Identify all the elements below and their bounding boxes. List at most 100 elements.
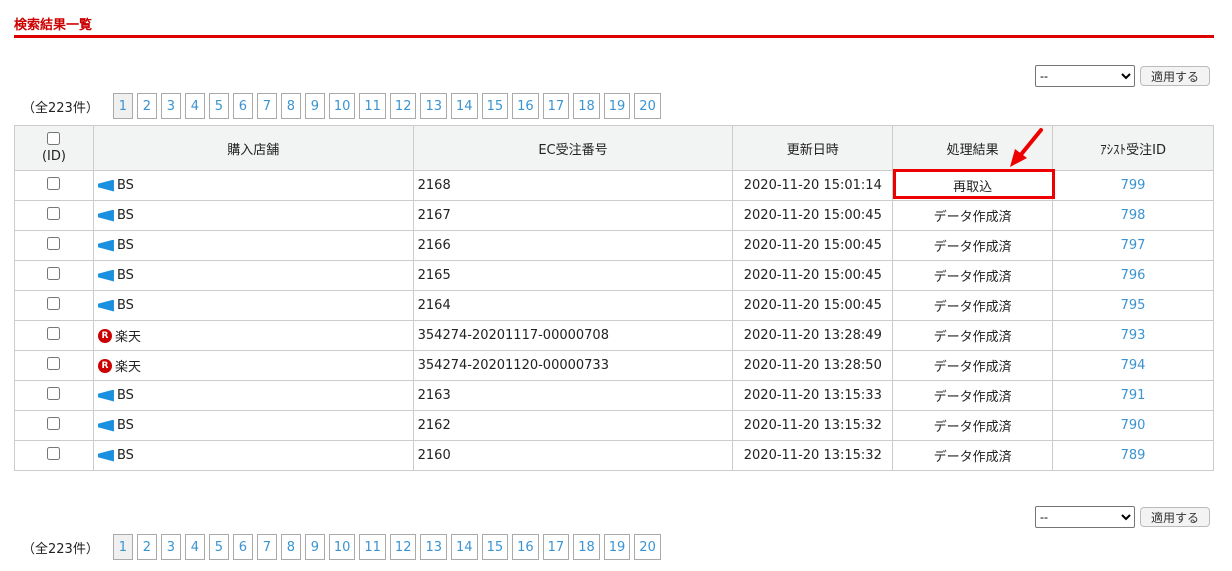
row-checkbox[interactable] (47, 357, 61, 370)
row-select-cell (14, 320, 94, 351)
result-cell: データ作成済 (892, 410, 1054, 441)
shop-cell: BS (92, 200, 414, 231)
page-12-link[interactable]: 12 (389, 534, 417, 560)
page-13-link[interactable]: 13 (420, 93, 448, 119)
bulk-action-select[interactable]: -- (1034, 65, 1135, 87)
bs-icon (97, 239, 114, 252)
apply-button[interactable]: 適用する (1139, 507, 1210, 527)
result-cell: データ作成済 (892, 260, 1054, 291)
row-checkbox[interactable] (47, 207, 61, 220)
bs-icon (97, 179, 114, 192)
assist-id-link[interactable]: 791 (1052, 380, 1214, 411)
page-14-link[interactable]: 14 (451, 93, 478, 119)
row-checkbox[interactable] (47, 447, 61, 460)
page-14-link[interactable]: 14 (451, 534, 478, 560)
page-5-link[interactable]: 5 (208, 93, 229, 119)
select-all-checkbox[interactable] (47, 132, 61, 145)
bs-icon (97, 449, 114, 462)
table-row: BS 2165 2020-11-20 15:00:45 データ作成済 796 (14, 260, 1214, 291)
page-10-link[interactable]: 10 (328, 534, 356, 560)
row-checkbox[interactable] (47, 387, 61, 400)
header-ec-order: EC受注番号 (412, 125, 734, 171)
shop-cell: BS (92, 440, 414, 471)
page-11-link[interactable]: 11 (359, 534, 386, 560)
page-7-link[interactable]: 7 (256, 534, 277, 560)
page-1-link[interactable]: 1 (112, 93, 133, 119)
result-cell: データ作成済 (892, 380, 1054, 411)
assist-id-link[interactable]: 795 (1052, 290, 1214, 321)
page-9-link[interactable]: 9 (304, 93, 325, 119)
page-2-link[interactable]: 2 (136, 93, 157, 119)
result-cell: データ作成済 (892, 290, 1054, 321)
page-3-link[interactable]: 3 (160, 93, 181, 119)
ec-order-cell: 2163 (412, 380, 734, 411)
shop-name: BS (116, 178, 134, 193)
assist-id-link[interactable]: 799 (1052, 170, 1214, 201)
result-count: （全223件） (22, 100, 99, 116)
page-6-link[interactable]: 6 (232, 534, 253, 560)
assist-id-link[interactable]: 798 (1052, 200, 1214, 231)
header-select: (ID) (14, 125, 94, 171)
assist-id-link[interactable]: 793 (1052, 320, 1214, 351)
page-15-link[interactable]: 15 (481, 93, 509, 119)
page-18-link[interactable]: 18 (573, 93, 600, 119)
row-select-cell (14, 260, 94, 291)
bulk-action-select[interactable]: -- (1034, 506, 1135, 528)
shop-name: BS (116, 298, 134, 313)
apply-button[interactable]: 適用する (1139, 66, 1210, 86)
row-select-cell (14, 230, 94, 261)
page-16-link[interactable]: 16 (512, 534, 539, 560)
assist-id-link[interactable]: 789 (1052, 440, 1214, 471)
updated-cell: 2020-11-20 13:28:49 (732, 320, 894, 351)
page-19-link[interactable]: 19 (603, 534, 631, 560)
page-20-link[interactable]: 20 (634, 534, 661, 560)
row-checkbox[interactable] (47, 237, 61, 250)
result-cell: データ作成済 (892, 200, 1054, 231)
assist-id-link[interactable]: 796 (1052, 260, 1214, 291)
page-12-link[interactable]: 12 (389, 93, 417, 119)
row-checkbox[interactable] (47, 327, 61, 340)
updated-cell: 2020-11-20 13:15:33 (732, 380, 894, 411)
table-row: BS 2160 2020-11-20 13:15:32 データ作成済 789 (14, 440, 1214, 471)
page-18-link[interactable]: 18 (573, 534, 600, 560)
page-2-link[interactable]: 2 (136, 534, 157, 560)
rakuten-icon: R (97, 328, 112, 343)
shop-name: 楽天 (114, 330, 141, 345)
results-table: (ID) 購入店舗 EC受注番号 更新日時 処理結果 ｱｼｽﾄ受注ID BS 2… (14, 125, 1214, 471)
row-checkbox[interactable] (47, 417, 61, 430)
row-checkbox[interactable] (47, 297, 61, 310)
result-cell: データ作成済 (892, 230, 1054, 261)
page-15-link[interactable]: 15 (481, 534, 509, 560)
ec-order-cell: 354274-20201120-00000733 (412, 350, 734, 381)
page-5-link[interactable]: 5 (208, 534, 229, 560)
page-6-link[interactable]: 6 (232, 93, 253, 119)
page-17-link[interactable]: 17 (542, 93, 570, 119)
page-7-link[interactable]: 7 (256, 93, 277, 119)
assist-id-link[interactable]: 794 (1052, 350, 1214, 381)
ec-order-cell: 2168 (412, 170, 734, 201)
pagination-top: （全223件） 1 2 3 4 5 6 7 8 9 10 11 12 13 14 15 16 17 18 19 20 (22, 93, 661, 119)
page-8-link[interactable]: 8 (280, 534, 301, 560)
updated-cell: 2020-11-20 13:15:32 (732, 410, 894, 441)
page-16-link[interactable]: 16 (512, 93, 539, 119)
page-17-link[interactable]: 17 (542, 534, 570, 560)
page-10-link[interactable]: 10 (328, 93, 356, 119)
bs-icon (97, 419, 114, 432)
rakuten-icon: R (97, 358, 112, 373)
page-20-link[interactable]: 20 (634, 93, 661, 119)
page-19-link[interactable]: 19 (603, 93, 631, 119)
assist-id-link[interactable]: 790 (1052, 410, 1214, 441)
page-8-link[interactable]: 8 (280, 93, 301, 119)
page-4-link[interactable]: 4 (184, 534, 205, 560)
row-checkbox[interactable] (47, 267, 61, 280)
row-checkbox[interactable] (47, 177, 61, 190)
page-4-link[interactable]: 4 (184, 93, 205, 119)
page-9-link[interactable]: 9 (304, 534, 325, 560)
assist-id-link[interactable]: 797 (1052, 230, 1214, 261)
updated-cell: 2020-11-20 15:00:45 (732, 230, 894, 261)
page-11-link[interactable]: 11 (359, 93, 386, 119)
page-3-link[interactable]: 3 (160, 534, 181, 560)
page-13-link[interactable]: 13 (420, 534, 448, 560)
page-1-link[interactable]: 1 (112, 534, 133, 560)
ec-order-cell: 2162 (412, 410, 734, 441)
